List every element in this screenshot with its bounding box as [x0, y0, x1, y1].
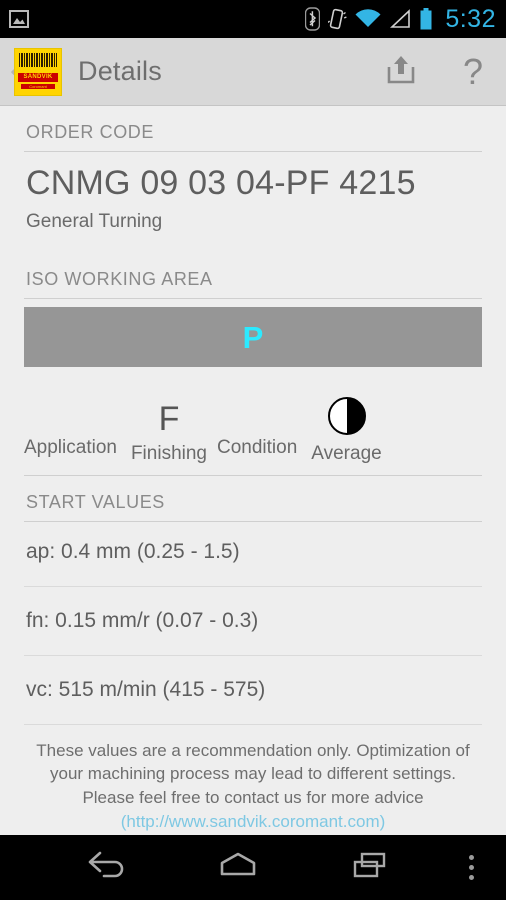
- status-icons: 5:32: [305, 4, 496, 33]
- iso-working-area-bar: P: [24, 307, 482, 367]
- menu-dot: [468, 865, 474, 870]
- status-clock: 5:32: [445, 4, 496, 33]
- half-filled-circle-icon: [327, 397, 366, 435]
- order-code-label: ORDER CODE: [26, 122, 155, 142]
- share-icon: [384, 52, 418, 91]
- bluetooth-icon: [305, 7, 321, 31]
- application-group: Application F Finishing: [24, 399, 217, 465]
- app-bar: ‹ SANDVIK Coromant Details ?: [0, 38, 506, 106]
- order-code-value: CNMG 09 03 04-PF 4215: [26, 164, 416, 202]
- disclaimer-body: These values are a recommendation only. …: [36, 741, 470, 807]
- logo-brand-text: SANDVIK: [18, 72, 58, 82]
- android-nav-bar: [0, 835, 506, 900]
- condition-caption: Average: [311, 443, 382, 464]
- home-icon: [214, 850, 262, 885]
- help-question-icon: ?: [462, 50, 484, 92]
- start-value-vc: vc: 515 m/min (415 - 575): [26, 678, 266, 701]
- back-icon: [82, 850, 130, 885]
- nav-home-button[interactable]: [172, 835, 304, 900]
- barcode-icon: [19, 52, 57, 67]
- application-value: F Finishing: [130, 399, 207, 465]
- cellular-signal-icon: [389, 9, 411, 29]
- divider: [24, 298, 482, 299]
- overflow-menu-icon: [468, 855, 474, 880]
- status-notifications: [8, 9, 30, 29]
- details-content: ORDER CODE CNMG 09 03 04-PF 4215 General…: [0, 106, 506, 835]
- share-button[interactable]: [382, 53, 420, 91]
- condition-group: Condition Average: [217, 397, 392, 465]
- status-bar: 5:32: [0, 0, 506, 38]
- nav-overflow-menu-button[interactable]: [436, 835, 506, 900]
- logo-brand-subtext: Coromant: [21, 83, 55, 89]
- phone-screen: 5:32 ‹ SANDVIK Coromant Details ?: [0, 0, 506, 900]
- help-button[interactable]: ?: [454, 53, 492, 91]
- sandvik-website-link[interactable]: (http://www.sandvik.coromant.com): [30, 810, 476, 833]
- condition-label: Condition: [217, 437, 298, 458]
- vibrate-icon: [328, 7, 348, 31]
- condition-value: Average: [311, 397, 382, 465]
- start-value-fn: fn: 0.15 mm/r (0.07 - 0.3): [26, 609, 259, 632]
- menu-dot: [468, 875, 474, 880]
- recents-icon: [346, 850, 394, 885]
- iso-letter: P: [242, 319, 264, 355]
- app-bar-actions: ?: [382, 53, 492, 91]
- sandvik-coromant-logo[interactable]: SANDVIK Coromant: [14, 47, 62, 96]
- disclaimer-text: These values are a recommendation only. …: [24, 725, 482, 834]
- battery-icon: [419, 8, 433, 30]
- attributes-row: Application F Finishing Condition Averag…: [24, 367, 482, 475]
- start-value-ap: ap: 0.4 mm (0.25 - 1.5): [26, 540, 240, 563]
- nav-recents-button[interactable]: [304, 835, 436, 900]
- letter-f-icon: F: [158, 399, 180, 438]
- order-category: General Turning: [26, 211, 163, 232]
- nav-back-button[interactable]: [40, 835, 172, 900]
- menu-dot: [468, 855, 474, 860]
- wifi-icon: [355, 9, 381, 29]
- image-notification-icon: [8, 9, 30, 29]
- application-label: Application: [24, 437, 117, 458]
- page-title: Details: [78, 56, 162, 86]
- start-values-label: START VALUES: [26, 492, 165, 512]
- iso-working-area-label: ISO WORKING AREA: [26, 269, 213, 289]
- application-caption: Finishing: [130, 443, 207, 464]
